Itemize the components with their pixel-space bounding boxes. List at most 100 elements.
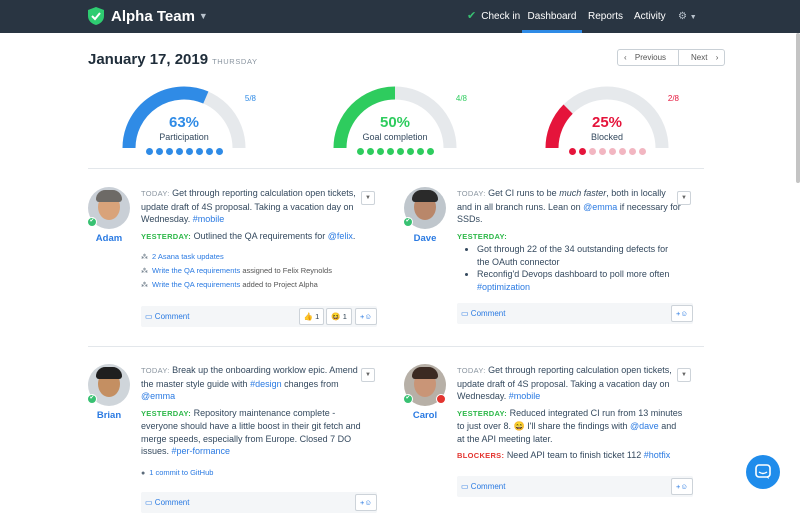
asana-icon: ⁂: [141, 268, 148, 275]
hashtag-link[interactable]: #per-formance: [172, 446, 231, 456]
asana-updates-link[interactable]: 2 Asana task updates: [152, 252, 224, 261]
gauge-dot: [165, 148, 173, 155]
add-reaction-button[interactable]: +☺: [354, 494, 377, 511]
person-name[interactable]: Brian: [88, 410, 130, 421]
nav-checkin[interactable]: ✔ Check in: [467, 0, 520, 33]
gauge-dot: [426, 148, 434, 155]
person-name[interactable]: Carol: [404, 410, 446, 421]
nav-reports[interactable]: Reports: [588, 0, 623, 33]
gauge-dot: [215, 148, 223, 155]
gauge-dot: [356, 148, 364, 155]
gauge-dot: [195, 148, 203, 155]
top-navbar: Alpha Team ▼ ✔ Check in Dashboard Reports…: [0, 0, 800, 33]
scrollbar[interactable]: [796, 33, 800, 183]
activity-list: ● 1 commit to GitHub: [141, 466, 367, 480]
mention-link[interactable]: @dave: [630, 421, 659, 431]
smile-reaction[interactable]: 😆 1: [326, 308, 352, 325]
person-name[interactable]: Adam: [88, 233, 130, 244]
thumbs-up-reaction[interactable]: 👍 1: [298, 308, 325, 325]
yesterday-entry: YESTERDAY: Got through 22 of the 34 outs…: [457, 230, 683, 294]
checkin-body: TODAY: Get through reporting calculation…: [141, 187, 367, 292]
github-icon: ●: [141, 469, 146, 477]
page-title: January 17, 2019 THURSDAY: [88, 51, 258, 68]
asana-icon: ⁂: [141, 254, 148, 261]
commit-link[interactable]: 1 commit to GitHub: [149, 468, 213, 477]
previous-label: Previous: [634, 53, 667, 62]
today-label: TODAY:: [457, 189, 486, 198]
check-icon: ✔: [467, 10, 477, 22]
comment-button[interactable]: ▭ Comment: [145, 312, 297, 321]
checkin-card-brian: ✔ Brian ▼ TODAY: Break up the onboarding…: [87, 364, 388, 524]
hashtag-link[interactable]: #design: [250, 379, 282, 389]
hashtag-link[interactable]: #mobile: [509, 391, 541, 401]
chevron-down-icon: ▼: [689, 14, 697, 21]
team-switcher[interactable]: Alpha Team ▼: [88, 7, 208, 25]
chat-icon: [755, 464, 771, 479]
gauge-dot: [618, 148, 626, 155]
today-text: Get CI runs to be: [488, 188, 557, 198]
hashtag-link[interactable]: #hotfix: [644, 450, 671, 460]
today-entry: TODAY: Get CI runs to be much faster, bo…: [457, 187, 683, 226]
comment-button[interactable]: ▭ Comment: [145, 498, 353, 507]
comment-button[interactable]: ▭ Comment: [461, 309, 669, 318]
comment-button[interactable]: ▭ Comment: [461, 482, 669, 491]
gauge-dots: [545, 148, 669, 155]
previous-button[interactable]: ‹ Previous: [618, 50, 680, 65]
gauge-label: Goal completion: [362, 132, 428, 142]
smile-icon: 😆: [331, 312, 341, 321]
today-label: TODAY:: [141, 189, 170, 198]
chat-launcher-button[interactable]: [746, 455, 780, 489]
mention-link[interactable]: @emma: [141, 391, 175, 401]
add-reaction-button[interactable]: +☺: [670, 478, 693, 495]
add-reaction-button[interactable]: +☺: [670, 305, 693, 322]
thumbs-up-icon: 👍: [303, 312, 314, 321]
comment-label: Comment: [470, 482, 506, 491]
reaction-count: 1: [342, 312, 347, 321]
add-reaction-button[interactable]: +☺: [354, 308, 377, 325]
comment-icon: ▭: [461, 482, 469, 491]
yesterday-entry: YESTERDAY: Repository maintenance comple…: [141, 407, 367, 458]
reaction-count: 1: [315, 312, 320, 321]
checkin-body: TODAY: Get CI runs to be much faster, bo…: [457, 187, 683, 293]
comment-bar: ▭ Comment +☺: [457, 476, 693, 497]
mention-link[interactable]: @emma: [583, 202, 617, 212]
today-entry: TODAY: Get through reporting calculation…: [457, 364, 683, 403]
gauge-dot: [376, 148, 384, 155]
today-text: changes from: [284, 378, 339, 389]
nav-activity[interactable]: Activity: [634, 0, 666, 33]
today-entry: TODAY: Break up the onboarding worklow e…: [141, 364, 367, 403]
checked-in-icon: ✔: [87, 394, 97, 404]
comment-bar: ▭ Comment +☺: [141, 492, 377, 513]
hashtag-link[interactable]: #mobile: [193, 214, 225, 224]
nav-checkin-label: Check in: [481, 11, 521, 22]
gauge-dot: [155, 148, 163, 155]
gear-icon: ⚙: [678, 11, 687, 22]
checkin-card-dave: ✔ Dave ▼ TODAY: Get CI runs to be much f…: [403, 187, 704, 347]
person-name[interactable]: Dave: [404, 233, 446, 244]
gauge-label: Blocked: [590, 132, 624, 142]
checkin-card-adam: ✔ Adam ▼ TODAY: Get through reporting ca…: [87, 187, 388, 347]
today-emphasis: much faster: [559, 188, 607, 198]
gauge-label: Participation: [159, 132, 209, 142]
task-link[interactable]: Write the QA requirements: [152, 280, 240, 289]
settings-menu[interactable]: ⚙ ▼: [678, 0, 697, 33]
gauge-dot: [416, 148, 424, 155]
gauge-percent: 63%: [168, 114, 200, 131]
mention-link[interactable]: @felix: [328, 231, 353, 241]
blocked-indicator-icon: [436, 394, 446, 404]
next-button[interactable]: Next ›: [679, 50, 724, 65]
gauge-percent: 50%: [379, 114, 411, 131]
task-link[interactable]: Write the QA requirements: [152, 266, 240, 275]
yesterday-entry: YESTERDAY: Reduced integrated CI run fro…: [457, 407, 683, 446]
chevron-down-icon: ▼: [198, 11, 208, 21]
gauge-goal-completion: 4/8 50% Goal completion: [333, 86, 473, 162]
gauge-dot: [205, 148, 213, 155]
gauge-fraction: 4/8: [455, 94, 467, 103]
gauge-fraction: 2/8: [667, 94, 679, 103]
yesterday-label: YESTERDAY:: [141, 231, 192, 241]
punctuation: .: [352, 230, 356, 241]
nav-dashboard[interactable]: Dashboard: [522, 0, 582, 33]
hashtag-link[interactable]: #optimization: [477, 282, 530, 292]
weekday-text: THURSDAY: [212, 57, 258, 66]
gauge-dot: [588, 148, 596, 155]
